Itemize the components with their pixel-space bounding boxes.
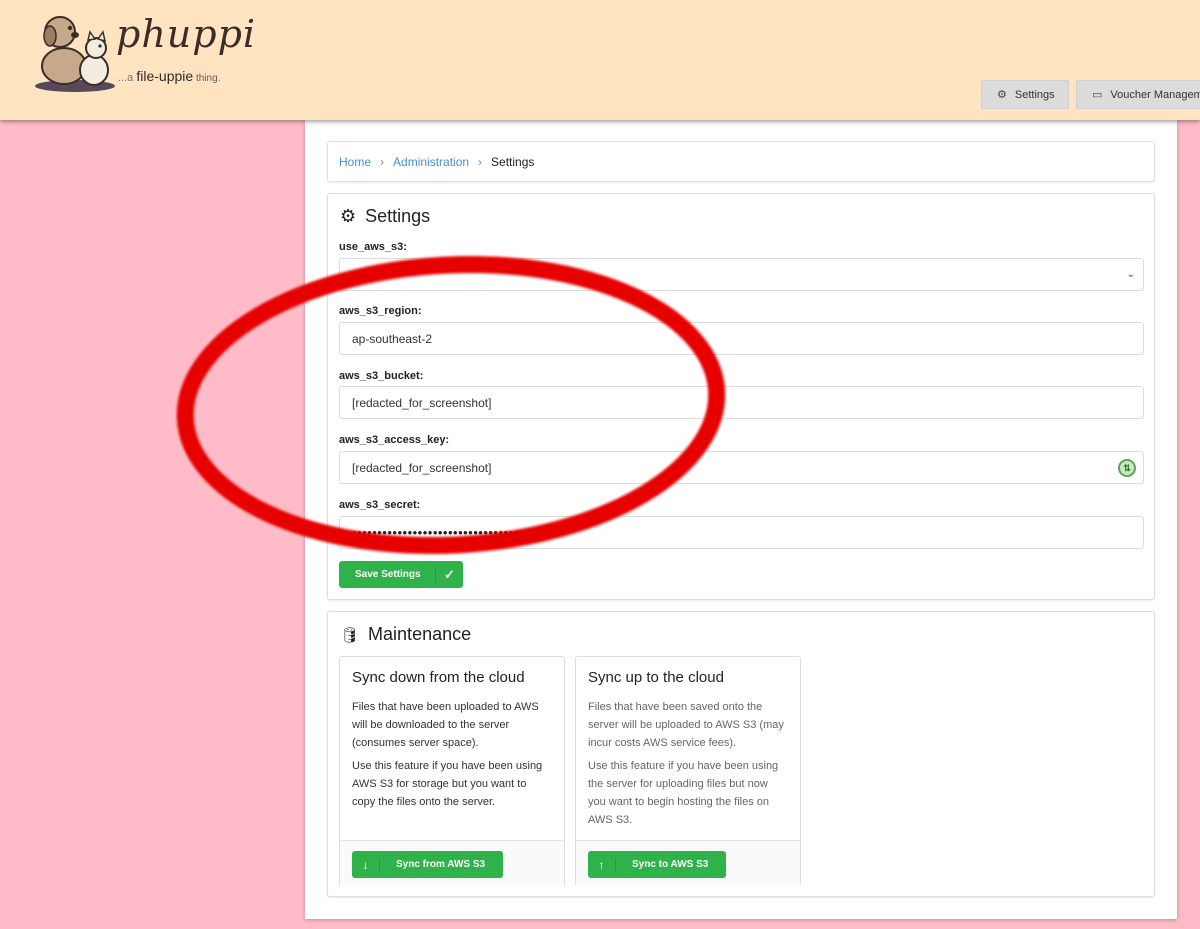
aws-s3-region-label: aws_s3_region: <box>339 305 422 317</box>
gear-icon: ⚙ <box>340 206 357 226</box>
maintenance-title: 🛢 Maintenance <box>340 624 472 644</box>
breadcrumb: Home › Administration › Settings <box>327 141 1155 182</box>
brand-tagline: ...a file-uppie thing. <box>118 68 221 84</box>
arrow-up-icon: ↑ <box>588 857 616 872</box>
maintenance-card: 🛢 Maintenance Sync down from the cloud F… <box>327 611 1155 897</box>
breadcrumb-current: Settings <box>491 154 535 169</box>
sync-down-usage-note: Use this feature if you have been using … <box>352 760 543 808</box>
settings-card: ⚙ Settings use_aws_s3: ⌄ aws_s3_region: … <box>327 193 1155 600</box>
breadcrumb-home-link[interactable]: Home <box>339 155 371 169</box>
sync-up-footer: ↑ Sync to AWS S3 <box>576 840 800 887</box>
main-panel: Home › Administration › Settings ⚙ Setti… <box>305 120 1177 919</box>
sync-from-aws-s3-button[interactable]: ↓ Sync from AWS S3 <box>352 851 503 878</box>
settings-nav-button[interactable]: ⚙ Settings <box>981 80 1069 109</box>
chevron-right-icon: › <box>380 154 385 169</box>
phuppi-logo[interactable]: phuppi ...a file-uppie thing. <box>30 8 260 98</box>
top-navigation: ⚙ Settings ▭ Voucher Management <box>981 80 1200 109</box>
sync-down-footer: ↓ Sync from AWS S3 <box>340 840 564 887</box>
aws-s3-bucket-input[interactable]: [redacted_for_screenshot] <box>339 386 1144 419</box>
sync-up-title: Sync up to the cloud <box>588 669 724 686</box>
breadcrumb-administration-link[interactable]: Administration <box>393 155 469 169</box>
oil-can-icon: 🛢 <box>340 626 360 644</box>
aws-s3-access-key-input[interactable]: [redacted_for_screenshot] ⇅ <box>339 451 1144 484</box>
use-aws-s3-label: use_aws_s3: <box>339 241 407 253</box>
ticket-icon: ▭ <box>1092 89 1103 101</box>
chevron-right-icon: › <box>478 154 483 169</box>
sync-up-usage-note: Use this feature if you have been using … <box>588 760 779 826</box>
sync-to-aws-s3-button[interactable]: ↑ Sync to AWS S3 <box>588 851 726 878</box>
aws-s3-region-input[interactable]: ap-southeast-2 <box>339 322 1144 355</box>
brand-name: phuppi <box>116 12 257 56</box>
checkmark-icon: ✓ <box>435 566 463 583</box>
use-aws-s3-select[interactable]: ⌄ <box>339 258 1144 291</box>
aws-s3-secret-input[interactable]: ••••••••••••••••••••••••••••••••••••••• <box>339 516 1144 549</box>
aws-s3-access-key-label: aws_s3_access_key: <box>339 434 450 446</box>
save-settings-button[interactable]: Save Settings ✓ <box>339 561 463 588</box>
sync-up-card: Sync up to the cloud Files that have bee… <box>575 656 801 887</box>
top-header: phuppi ...a file-uppie thing. ⚙ Settings… <box>0 0 1200 120</box>
password-manager-icon[interactable]: ⇅ <box>1118 459 1136 477</box>
sync-down-card: Sync down from the cloud Files that have… <box>339 656 565 887</box>
voucher-management-nav-button[interactable]: ▭ Voucher Management <box>1076 80 1200 109</box>
settings-title: ⚙ Settings <box>340 206 431 226</box>
sync-down-title: Sync down from the cloud <box>352 669 525 686</box>
arrow-down-icon: ↓ <box>352 857 380 872</box>
sync-up-description: Files that have been saved onto the serv… <box>588 701 784 749</box>
aws-s3-bucket-label: aws_s3_bucket: <box>339 370 424 382</box>
chevron-down-icon: ⌄ <box>1126 269 1135 280</box>
gear-icon: ⚙ <box>997 89 1007 101</box>
dog-mascot-icon <box>35 16 115 92</box>
sync-down-description: Files that have been uploaded to AWS wil… <box>352 701 539 749</box>
aws-s3-secret-label: aws_s3_secret: <box>339 499 421 511</box>
